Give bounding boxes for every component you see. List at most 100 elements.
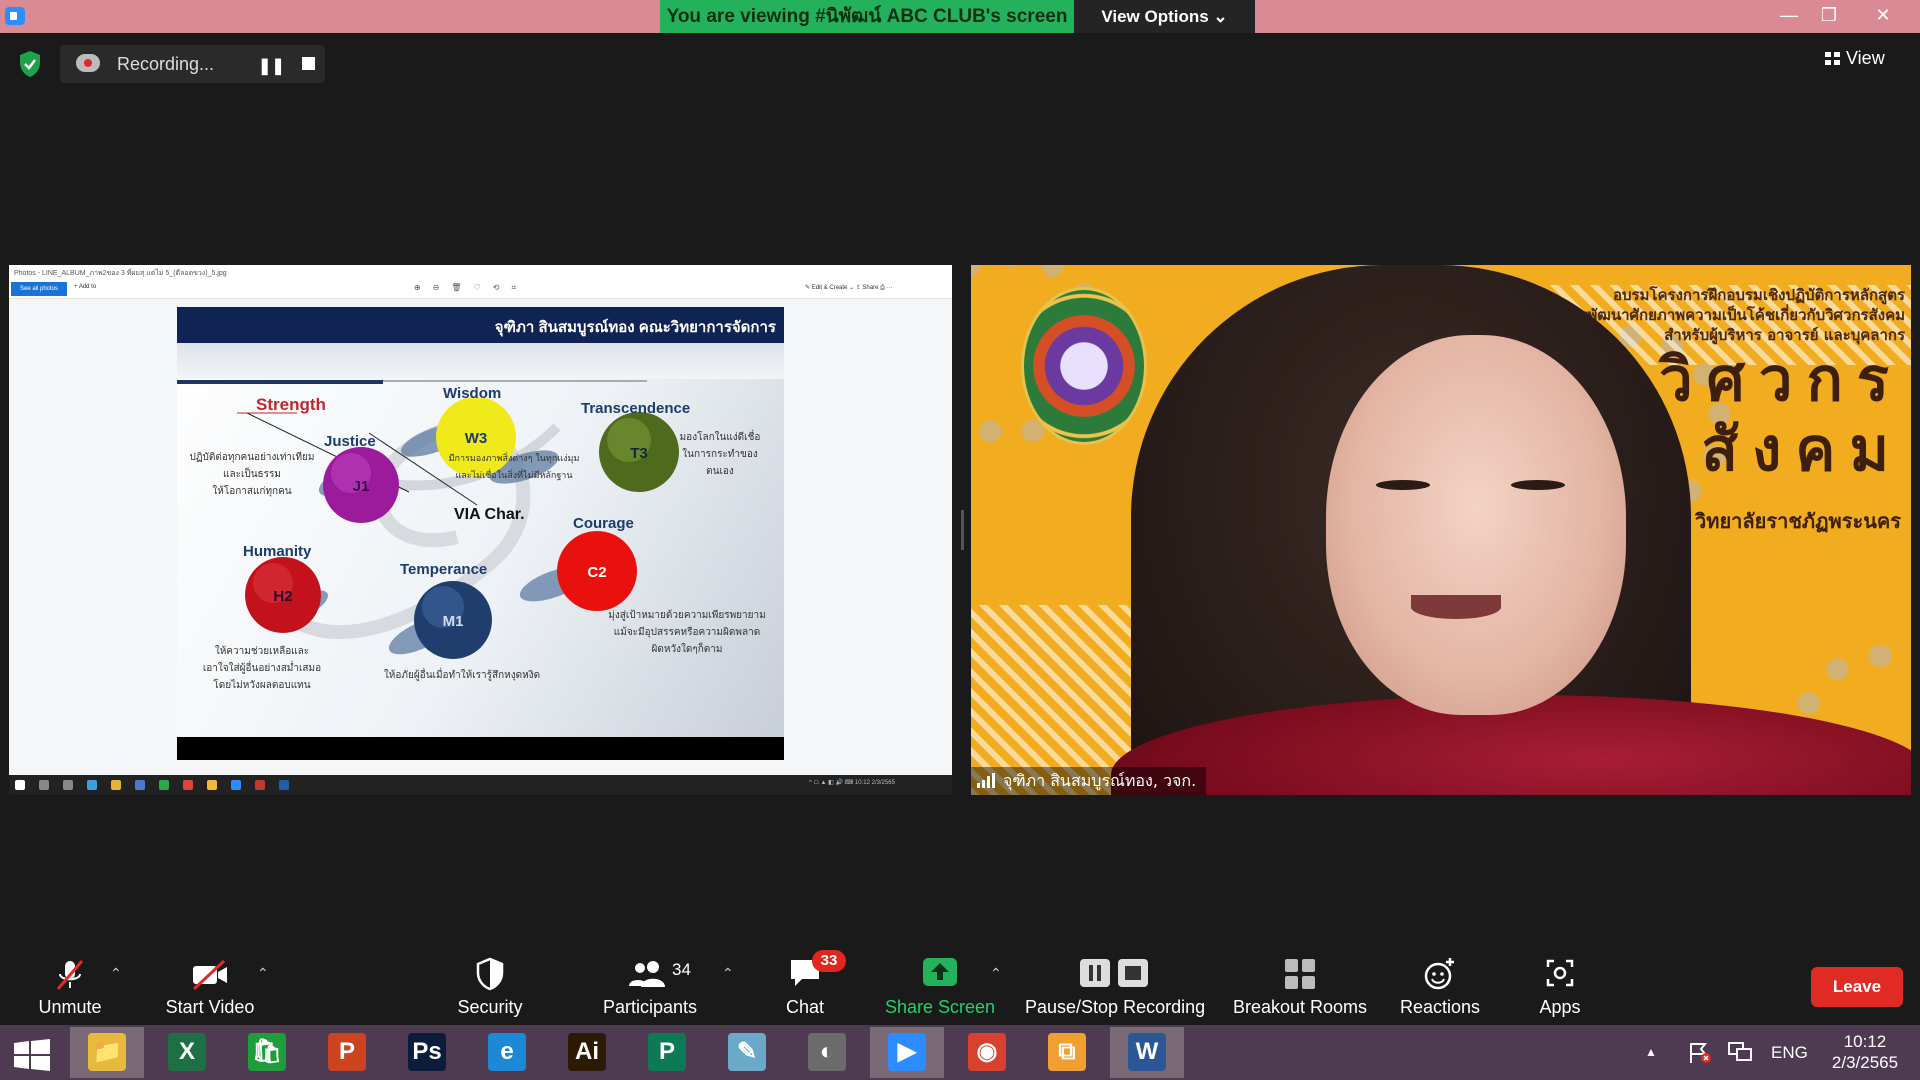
network-icon[interactable] <box>1727 1041 1753 1063</box>
university-logo <box>1021 287 1147 445</box>
video-options-caret[interactable]: ⌃ <box>257 965 269 982</box>
desc-line: ในการกระทำของ <box>682 449 758 460</box>
wisdom-description: มีการมองภาพสิ่งต่างๆ ในทุกแง่มุม และไม่เ… <box>439 451 589 485</box>
taskbar-app-photos[interactable]: ⧉ <box>1030 1027 1104 1078</box>
taskbar-app-chrome[interactable]: ◉ <box>950 1027 1024 1078</box>
photos-toolbar-icons: ⊕⊖🗑♡⟲⌗ <box>414 283 528 292</box>
share-screen-button[interactable]: Share Screen <box>880 945 1000 1025</box>
chrome-icon: ◉ <box>968 1033 1006 1071</box>
shared-explorer-icon <box>207 780 217 790</box>
split-divider[interactable] <box>961 510 964 550</box>
audio-options-caret[interactable]: ⌃ <box>110 965 122 982</box>
taskbar-app-photoshop[interactable]: Ps <box>390 1027 464 1078</box>
university-name: วิทยาลัยราชภัฏพระนคร <box>1695 509 1901 533</box>
restore-button[interactable]: ❐ <box>1807 0 1851 33</box>
desc-line: มองโลกในแง่ดีเชื่อ <box>679 432 761 443</box>
show-hidden-icons[interactable]: ▲ <box>1645 1025 1657 1080</box>
action-center-flag-icon[interactable] <box>1688 1042 1712 1064</box>
taskbar-app-illustrator[interactable]: Ai <box>550 1027 624 1078</box>
system-clock[interactable]: 10:12 2/3/2565 <box>1815 1031 1915 1073</box>
view-button[interactable]: View <box>1825 48 1885 69</box>
see-all-photos-button: See all photos <box>11 282 67 296</box>
publisher-icon: P <box>648 1033 686 1071</box>
taskbar-app-publisher[interactable]: P <box>630 1027 704 1078</box>
j1-code: J1 <box>353 478 370 495</box>
shared-line-icon <box>159 780 169 790</box>
share-screen-icon <box>923 958 957 986</box>
desc-line: มุ่งสู่เป้าหมายด้วยความเพียรพยายาม <box>608 610 766 621</box>
shared-search-icon <box>39 780 49 790</box>
reactions-icon <box>1424 958 1454 990</box>
h2-code: H2 <box>273 588 292 605</box>
reactions-button[interactable]: Reactions <box>1390 945 1490 1025</box>
taskbar-app-powerpoint[interactable]: P <box>310 1027 384 1078</box>
taskbar-app-internet-explorer[interactable]: e <box>470 1027 544 1078</box>
eye <box>1511 480 1565 490</box>
taskbar-app-photoscape[interactable]: ◐ <box>790 1027 864 1078</box>
view-label: View <box>1846 48 1885 68</box>
slide: จุฑิภา สินสมบูรณ์ทอง คณะวิทยาการจัดการ W… <box>177 307 784 760</box>
illustrator-icon: Ai <box>568 1033 606 1071</box>
desc-line: ตนเอง <box>706 466 734 477</box>
taskbar-app-store[interactable]: 🛍 <box>230 1027 304 1078</box>
shared-app-icon <box>135 780 145 790</box>
pause-recording-button[interactable]: ❚❚ <box>258 56 285 76</box>
windows-start-icon[interactable] <box>12 1039 52 1071</box>
word-icon: W <box>1128 1033 1166 1071</box>
security-button[interactable]: Security <box>440 945 540 1025</box>
slide-bottom-bar <box>177 737 784 760</box>
zoom-icon: ▶ <box>888 1033 926 1071</box>
language-indicator[interactable]: ENG <box>1771 1025 1808 1080</box>
view-options-button[interactable]: View Options ⌄ <box>1074 0 1255 33</box>
photos-toolbar: See all photos + Add to ⊕⊖🗑♡⟲⌗ ✎ Edit & … <box>9 279 952 299</box>
photos-window-title: Photos - LINE_ALBUM_ภาพ2ของ 3 ที่ผมสุ แต… <box>9 265 952 279</box>
taskbar-app-notepad[interactable]: ✎ <box>710 1027 784 1078</box>
humanity-label: Humanity <box>243 543 312 560</box>
close-button[interactable]: ✕ <box>1861 0 1905 33</box>
desc-line: ให้ความช่วยเหลือและ <box>214 646 310 657</box>
courage-label: Courage <box>573 515 634 532</box>
justice-label: Justice <box>324 433 376 450</box>
pause-stop-recording-button[interactable]: Pause/Stop Recording <box>1025 945 1205 1025</box>
courage-description: มุ่งสู่เป้าหมายด้วยความเพียรพยายาม แม้จะ… <box>597 607 777 658</box>
chat-label: Chat <box>785 997 825 1017</box>
security-label: Security <box>457 997 523 1017</box>
taskbar-app-excel[interactable]: X <box>150 1027 224 1078</box>
signal-strength-icon <box>977 773 997 788</box>
desc-line: แม้จะมีอุปสรรคหรือความผิดพลาด <box>613 627 761 638</box>
security-shield-icon[interactable] <box>18 50 42 78</box>
leave-button[interactable]: Leave <box>1811 967 1903 1007</box>
reactions-label: Reactions <box>1399 997 1481 1017</box>
apps-button[interactable]: Apps <box>1510 945 1610 1025</box>
participants-button[interactable]: 34 Participants <box>590 945 710 1025</box>
desc-line: และไม่เชื่อในสิ่งที่ไม่มีหลักฐาน <box>455 471 573 481</box>
video-off-icon <box>192 959 227 991</box>
wisdom-label: Wisdom <box>443 385 502 402</box>
unmute-label: Unmute <box>38 997 102 1017</box>
c2-code: C2 <box>587 564 606 581</box>
microphone-muted-icon <box>56 960 84 990</box>
participant-name: จุฑิภา สินสมบูรณ์ทอง, วจก. <box>1003 771 1197 790</box>
share-options-caret[interactable]: ⌃ <box>990 965 1002 982</box>
file-explorer-icon: 📁 <box>88 1033 126 1071</box>
unmute-button[interactable]: Unmute <box>20 945 120 1025</box>
internet-explorer-icon: e <box>488 1033 526 1071</box>
shared-task-view-icon <box>63 780 73 790</box>
transcendence-description: มองโลกในแง่ดีเชื่อ ในการกระทำของ ตนเอง <box>670 429 770 480</box>
stop-recording-button[interactable] <box>302 57 315 70</box>
taskbar-app-word[interactable]: W <box>1110 1027 1184 1078</box>
start-video-button[interactable]: Start Video <box>155 945 265 1025</box>
grid-view-icon <box>1825 52 1840 65</box>
mouth <box>1411 595 1501 619</box>
taskbar-app-file-explorer[interactable]: 📁 <box>70 1027 144 1078</box>
temperance-label: Temperance <box>400 561 488 578</box>
participants-options-caret[interactable]: ⌃ <box>722 965 734 982</box>
breakout-rooms-button[interactable]: Breakout Rooms <box>1230 945 1370 1025</box>
minimize-button[interactable]: — <box>1767 0 1811 33</box>
shared-zoom-icon <box>231 780 241 790</box>
taskbar-app-zoom[interactable]: ▶ <box>870 1027 944 1078</box>
participant-video: อบรมโครงการฝึกอบรมเชิงปฏิบัติการหลักสูตร… <box>971 265 1911 795</box>
pause-stop-icon <box>1080 959 1148 987</box>
desc-line: ผิดหวังใดๆก็ตาม <box>651 644 723 655</box>
participants-count: 34 <box>672 960 691 979</box>
